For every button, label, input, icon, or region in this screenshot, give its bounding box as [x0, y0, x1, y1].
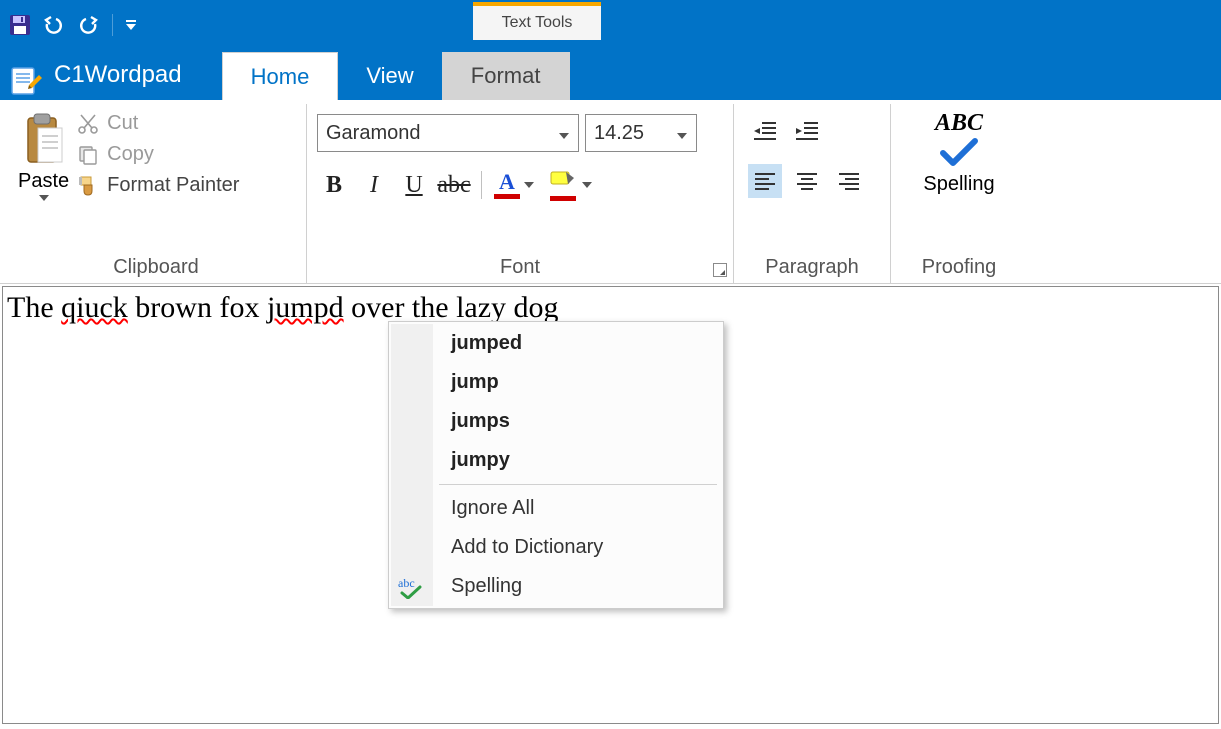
scissors-icon [77, 113, 99, 135]
font-size-combo[interactable]: 14.25 [585, 114, 697, 152]
font-family-combo[interactable]: Garamond [317, 114, 579, 152]
group-label-font: Font [315, 252, 725, 281]
format-painter-label: Format Painter [107, 174, 239, 197]
checkmark-icon [939, 137, 979, 169]
chevron-down-icon[interactable] [522, 179, 536, 191]
spellcheck-icon: abc [397, 574, 427, 600]
undo-button[interactable] [40, 11, 68, 39]
app-title: C1Wordpad [54, 61, 182, 89]
align-center-button[interactable] [790, 164, 824, 198]
chevron-down-icon[interactable] [550, 122, 578, 145]
spelling-error: qiuck [61, 291, 128, 324]
suggestion-item[interactable]: jumped [391, 324, 721, 363]
suggestion-item[interactable]: jumps [391, 402, 721, 441]
paintbrush-icon [77, 175, 99, 197]
group-label-paragraph: Paragraph [742, 252, 882, 281]
align-left-button[interactable] [748, 164, 782, 198]
svg-text:abc: abc [398, 576, 415, 590]
strikethrough-button[interactable]: abc [437, 168, 471, 202]
spellcheck-context-menu: jumped jump jumps jumpy Ignore All Add t… [388, 321, 724, 609]
format-painter-button[interactable]: Format Painter [77, 174, 239, 197]
cut-label: Cut [107, 112, 138, 135]
tab-home[interactable]: Home [222, 52, 339, 100]
spelling-label: Spelling [923, 173, 994, 196]
chevron-down-icon [39, 195, 49, 201]
ribbon: Paste Cut [0, 100, 1221, 284]
font-dialog-launcher[interactable] [713, 263, 727, 277]
font-size-value: 14.25 [586, 122, 668, 145]
document-text[interactable]: The qiuck brown fox jumpd over the lazy … [7, 291, 559, 324]
group-proofing: ABC Spelling Proofing [891, 104, 1027, 283]
app-icon[interactable] [6, 60, 46, 100]
copy-label: Copy [107, 143, 154, 166]
group-paragraph: Paragraph [734, 104, 891, 283]
bold-button[interactable]: B [317, 168, 351, 202]
copy-button[interactable]: Copy [77, 143, 239, 166]
suggestion-item[interactable]: jump [391, 363, 721, 402]
copy-icon [77, 144, 99, 166]
abc-icon: ABC [935, 110, 983, 137]
increase-indent-button[interactable] [790, 114, 824, 148]
cut-button[interactable]: Cut [77, 112, 239, 135]
quick-access-toolbar: Text Tools [0, 0, 1221, 50]
underline-button[interactable]: U [397, 168, 431, 202]
ignore-all-item[interactable]: Ignore All [391, 489, 721, 528]
group-clipboard: Paste Cut [6, 104, 307, 283]
decrease-indent-button[interactable] [748, 114, 782, 148]
font-family-value: Garamond [318, 122, 550, 145]
tab-view[interactable]: View [338, 52, 441, 100]
group-label-proofing: Proofing [899, 252, 1019, 281]
suggestion-item[interactable]: jumpy [391, 441, 721, 480]
font-color-button[interactable]: A [492, 172, 522, 199]
paste-label: Paste [18, 170, 69, 193]
spelling-button[interactable]: ABC Spelling [923, 108, 994, 196]
spelling-error: jumpd [267, 291, 344, 324]
redo-button[interactable] [74, 11, 102, 39]
customize-qat-button[interactable] [123, 20, 139, 30]
document-area[interactable]: The qiuck brown fox jumpd over the lazy … [2, 286, 1219, 724]
ribbon-tabstrip: C1Wordpad Home View Format [0, 50, 1221, 100]
chevron-down-icon[interactable] [668, 122, 696, 145]
chevron-down-icon[interactable] [580, 179, 594, 191]
group-font: Garamond 14.25 B I U abc [307, 104, 734, 283]
spelling-item[interactable]: abc Spelling [391, 567, 721, 606]
add-to-dictionary-item[interactable]: Add to Dictionary [391, 528, 721, 567]
italic-button[interactable]: I [357, 168, 391, 202]
save-button[interactable] [6, 11, 34, 39]
contextual-tab-header: Text Tools [473, 2, 601, 40]
highlight-color-button[interactable] [546, 170, 580, 201]
tab-format[interactable]: Format [442, 52, 570, 100]
paste-split-button[interactable]: Paste [14, 108, 75, 201]
align-right-button[interactable] [832, 164, 866, 198]
group-label-clipboard: Clipboard [14, 252, 298, 281]
clipboard-paste-icon [22, 112, 66, 168]
